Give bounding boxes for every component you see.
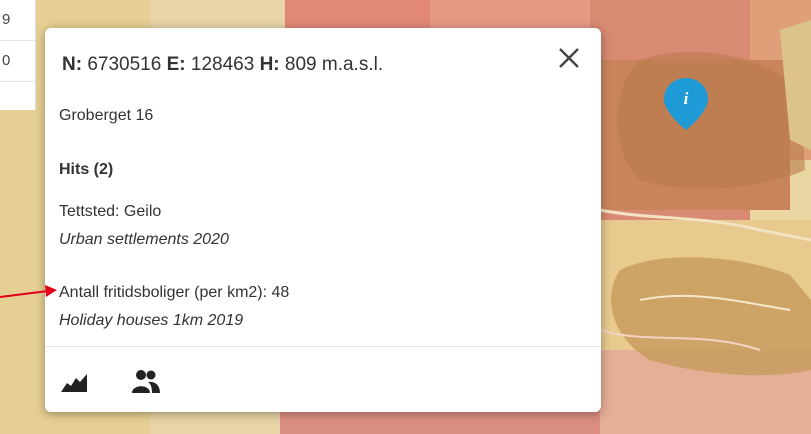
side-panel: 9 0: [0, 0, 36, 110]
population-icon: [132, 370, 160, 393]
result-title: Antall fritidsboliger (per km2): 48: [59, 284, 290, 301]
population-button[interactable]: [131, 368, 161, 394]
elevation-profile-button[interactable]: [61, 372, 87, 392]
close-button[interactable]: [553, 42, 585, 74]
result-title: Tettsted: Geilo: [59, 203, 162, 220]
hits-heading: Hits (2): [59, 161, 114, 178]
result-layer-name: Urban settlements 2020: [59, 231, 229, 248]
east-value: 128463: [190, 54, 255, 75]
height-label: H:: [259, 54, 280, 75]
svg-text:i: i: [684, 89, 689, 108]
height-value: 809 m.a.s.l.: [284, 54, 384, 75]
popup-divider: [45, 346, 601, 347]
north-label: N:: [62, 54, 83, 75]
elevation-profile-icon: [61, 374, 87, 392]
side-panel-row: 9: [0, 0, 35, 41]
location-info-popup: N: 6730516 E: 128463 H: 809 m.a.s.l. Gro…: [45, 28, 601, 412]
coordinates-readout: N: 6730516 E: 128463 H: 809 m.a.s.l.: [62, 54, 383, 76]
result-layer-name: Holiday houses 1km 2019: [59, 312, 244, 329]
close-icon: [559, 48, 579, 68]
address-label: Groberget 16: [59, 107, 154, 124]
north-value: 6730516: [87, 54, 162, 75]
side-panel-row: 0: [0, 41, 35, 82]
east-label: E:: [166, 54, 186, 75]
